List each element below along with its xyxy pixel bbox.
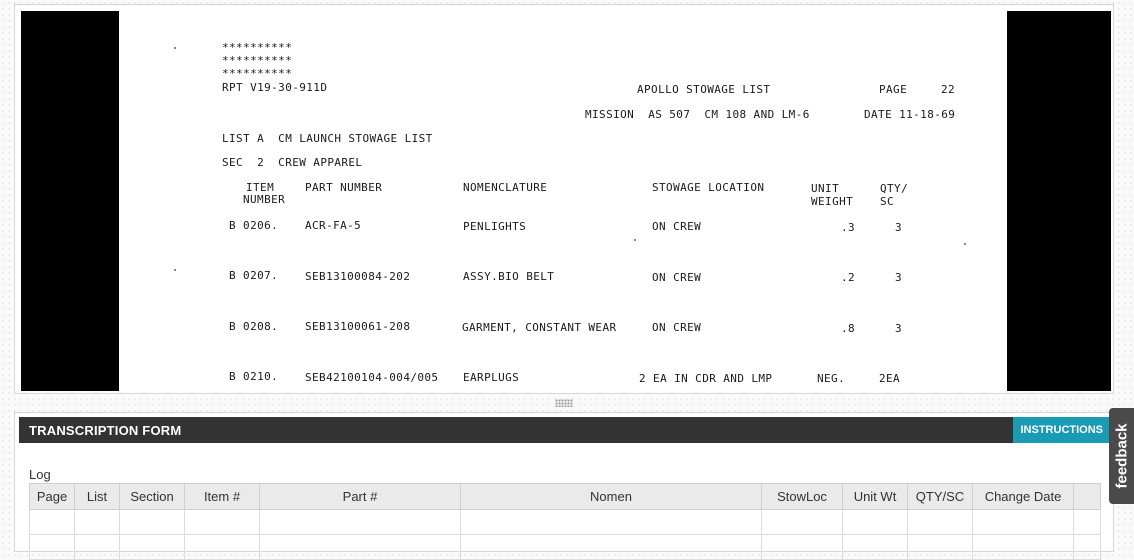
row-3-nomen: GARMENT, CONSTANT WEAR	[462, 321, 617, 334]
log-cell-item[interactable]	[184, 534, 260, 560]
page-number: 22	[941, 83, 956, 96]
log-cell-page[interactable]	[29, 534, 75, 560]
resize-handle[interactable]	[555, 399, 573, 407]
list-line: LIST A CM LAUNCH STOWAGE LIST	[222, 132, 433, 145]
row-3-loc: ON CREW	[652, 321, 702, 334]
date-line: DATE 11-18-69	[864, 108, 956, 121]
header-stowloc: STOWAGE LOCATION	[652, 181, 765, 194]
transcription-form: TRANSCRIPTION FORM INSTRUCTIONS Log Page…	[14, 412, 1114, 560]
header-qty-2: SC	[880, 195, 895, 208]
column-header-qty-sc: QTY/SC	[907, 483, 973, 510]
header-item-2: NUMBER	[243, 193, 286, 206]
log-cell-stowloc[interactable]	[761, 509, 843, 535]
row-2-loc: ON CREW	[652, 271, 702, 284]
column-header-nomen: Nomen	[460, 483, 762, 510]
asterisk-line-1: **********	[222, 41, 293, 54]
document-image-frame: ********** ********** ********** RPT V19…	[21, 11, 1111, 391]
log-cell-list[interactable]	[74, 534, 120, 560]
header-part: PART NUMBER	[305, 181, 383, 194]
log-cell-section[interactable]	[119, 534, 185, 560]
asterisk-line-3: **********	[222, 67, 293, 80]
row-2-item: B 0207.	[229, 269, 279, 282]
row-4-part: SEB42100104-004/005	[305, 371, 439, 384]
row-3-item: B 0208.	[229, 320, 279, 333]
row-1-nomen: PENLIGHTS	[463, 220, 527, 233]
header-nomen: NOMENCLATURE	[463, 181, 548, 194]
column-header-list: List	[74, 483, 120, 510]
document-viewer[interactable]: ********** ********** ********** RPT V19…	[14, 4, 1114, 394]
row-4-nomen: EARPLUGS	[463, 371, 520, 384]
log-cell-nomen[interactable]	[460, 509, 762, 535]
log-cell-qty-sc[interactable]	[907, 509, 973, 535]
header-unit: UNIT	[811, 182, 840, 195]
column-header-item: Item #	[184, 483, 260, 510]
log-header-row: Page List Section Item # Part # Nomen St…	[29, 483, 1101, 510]
log-cell-section[interactable]	[119, 509, 185, 535]
header-unit-2: WEIGHT	[811, 195, 854, 208]
row-1-qty: 3	[895, 221, 903, 234]
column-header-unit-wt: Unit Wt	[842, 483, 908, 510]
log-cell-list[interactable]	[74, 509, 120, 535]
row-3-part: SEB13100061-208	[305, 320, 411, 333]
log-cell-actions	[1073, 509, 1101, 535]
asterisk-line-2: **********	[222, 54, 293, 67]
page-label: PAGE	[879, 83, 908, 96]
row-3-qty: 3	[895, 322, 903, 335]
scanned-stowage-list: ********** ********** ********** RPT V19…	[119, 11, 1007, 391]
list-title: APOLLO STOWAGE LIST	[637, 83, 771, 96]
log-row	[29, 534, 1101, 560]
column-header-stowloc: StowLoc	[761, 483, 843, 510]
log-cell-page[interactable]	[29, 509, 75, 535]
log-cell-unit-wt[interactable]	[842, 509, 908, 535]
mission-line: MISSION AS 507 CM 108 AND LM-6	[585, 108, 810, 121]
row-2-weight: .2	[841, 271, 856, 284]
column-header-part: Part #	[259, 483, 461, 510]
feedback-label: feedback	[1113, 423, 1130, 489]
log-label: Log	[29, 467, 51, 482]
log-table: Page List Section Item # Part # Nomen St…	[29, 483, 1101, 560]
instructions-button[interactable]: INSTRUCTIONS	[1012, 417, 1111, 443]
header-qty: QTY/	[880, 182, 909, 195]
log-cell-change-date[interactable]	[972, 534, 1074, 560]
report-id: RPT V19-30-911D	[222, 81, 328, 94]
log-row	[29, 509, 1101, 535]
row-1-loc: ON CREW	[652, 220, 702, 233]
log-cell-item[interactable]	[184, 509, 260, 535]
log-cell-part[interactable]	[259, 534, 461, 560]
row-4-qty: 2EA	[879, 372, 901, 385]
row-2-nomen: ASSY.BIO BELT	[463, 270, 555, 283]
log-cell-nomen[interactable]	[460, 534, 762, 560]
feedback-tab[interactable]: feedback	[1109, 408, 1134, 504]
row-1-weight: .3	[841, 221, 856, 234]
log-cell-qty-sc[interactable]	[907, 534, 973, 560]
log-cell-change-date[interactable]	[972, 509, 1074, 535]
column-header-page: Page	[29, 483, 75, 510]
row-4-weight: NEG.	[817, 372, 846, 385]
row-1-part: ACR-FA-5	[305, 219, 362, 232]
log-cell-actions	[1073, 534, 1101, 560]
row-4-loc: 2 EA IN CDR AND LMP	[639, 372, 773, 385]
log-cell-stowloc[interactable]	[761, 534, 843, 560]
form-title: TRANSCRIPTION FORM	[29, 423, 182, 438]
row-1-item: B 0206.	[229, 219, 279, 232]
section-line: SEC 2 CREW APPAREL	[222, 156, 363, 169]
row-2-part: SEB13100084-202	[305, 270, 411, 283]
row-2-qty: 3	[895, 271, 903, 284]
form-header: TRANSCRIPTION FORM INSTRUCTIONS	[19, 417, 1111, 443]
log-cell-unit-wt[interactable]	[842, 534, 908, 560]
log-cell-part[interactable]	[259, 509, 461, 535]
row-4-item: B 0210.	[229, 370, 279, 383]
row-3-weight: .8	[841, 322, 856, 335]
column-header-actions	[1073, 483, 1101, 510]
column-header-change-date: Change Date	[972, 483, 1074, 510]
column-header-section: Section	[119, 483, 185, 510]
